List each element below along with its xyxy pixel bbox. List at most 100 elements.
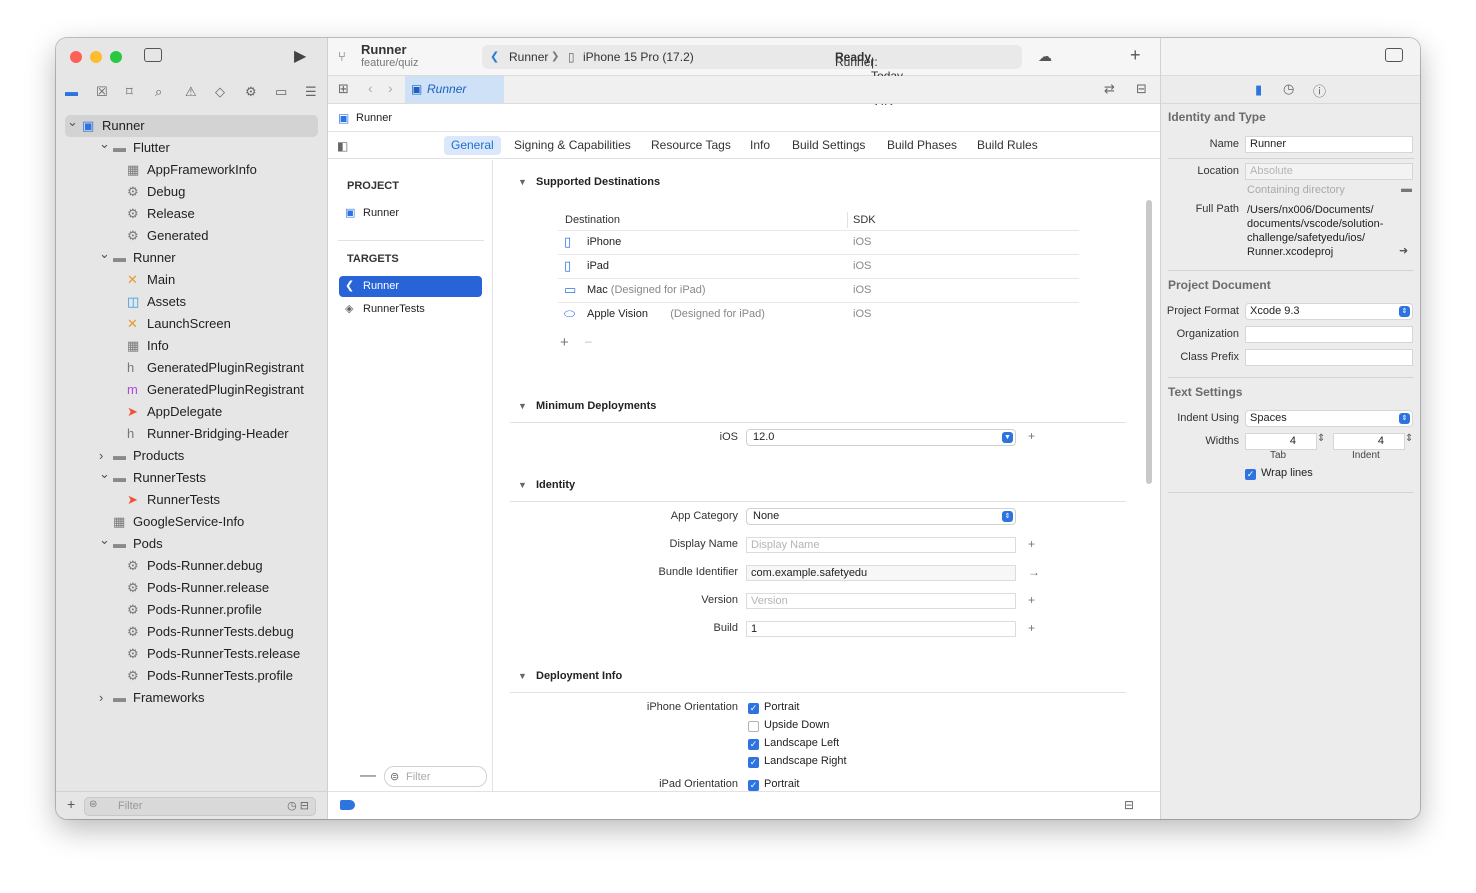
upside-down-checkbox[interactable] bbox=[748, 721, 759, 732]
wrap-lines-checkbox[interactable]: ✓ bbox=[1245, 469, 1256, 480]
tab-signing-capabilities[interactable]: Signing & Capabilities bbox=[507, 136, 638, 155]
destination-row[interactable]: ▯ iPad iOS bbox=[558, 254, 1079, 278]
breadcrumb-item[interactable]: Runner bbox=[356, 112, 392, 124]
project-runner[interactable]: ▣ Runner bbox=[339, 203, 482, 224]
remove-target-icon[interactable]: — bbox=[360, 767, 376, 785]
add-destination-icon[interactable]: + bbox=[560, 334, 569, 351]
chevron-right-icon[interactable]: › bbox=[99, 687, 103, 709]
swap-icon[interactable]: ⇄ bbox=[1104, 81, 1115, 97]
folder-icon[interactable]: ▬ bbox=[1401, 183, 1412, 195]
report-icon[interactable]: ☰ bbox=[305, 84, 317, 100]
forward-icon[interactable]: › bbox=[388, 80, 393, 96]
build-field[interactable]: 1 bbox=[746, 621, 1016, 637]
project-format-popup[interactable]: Xcode 9.3 ⇕ bbox=[1245, 303, 1413, 320]
tab-build-settings[interactable]: Build Settings bbox=[785, 136, 872, 155]
navigator-item[interactable]: › ▬ Frameworks bbox=[56, 687, 328, 709]
portrait-checkbox[interactable]: ✓ bbox=[748, 703, 759, 714]
search-icon[interactable]: ⌕ bbox=[155, 84, 162, 100]
display-name-field[interactable]: Display Name bbox=[746, 537, 1016, 553]
add-icon[interactable]: + bbox=[1028, 593, 1035, 607]
minimize-window-button[interactable] bbox=[90, 51, 102, 63]
navigator-item[interactable]: ⌄ ▬ Runner bbox=[56, 246, 328, 269]
landscape-right-checkbox[interactable]: ✓ bbox=[748, 757, 759, 768]
app-category-popup[interactable]: None ⇕ bbox=[746, 508, 1016, 525]
navigator-item[interactable]: ⚙ Pods-RunnerTests.profile bbox=[56, 665, 328, 687]
scheme-device[interactable]: iPhone 15 Pro (17.2) bbox=[583, 50, 694, 64]
navigator-item[interactable]: ⚙ Release bbox=[56, 203, 328, 225]
navigator-item[interactable]: m GeneratedPluginRegistrant bbox=[56, 379, 328, 401]
close-window-button[interactable] bbox=[70, 51, 82, 63]
reveal-arrow-icon[interactable]: ➜ bbox=[1399, 244, 1408, 257]
navigator-item[interactable]: ⚙ Pods-RunnerTests.debug bbox=[56, 621, 328, 643]
warning-icon[interactable]: ⚠ bbox=[185, 84, 197, 100]
organization-field[interactable] bbox=[1245, 326, 1413, 343]
target-runner-tests[interactable]: ◈ RunnerTests bbox=[339, 299, 482, 320]
debug-area-icon[interactable]: ⊟ bbox=[1124, 798, 1134, 812]
chevron-down-icon[interactable]: ⌄ bbox=[67, 111, 78, 133]
scheme-selector[interactable]: ❮ Runner ❯ ▯ iPhone 15 Pro (17.2) Runner… bbox=[482, 45, 1022, 125]
add-icon[interactable]: + bbox=[1028, 621, 1035, 635]
tab-build-phases[interactable]: Build Phases bbox=[880, 136, 964, 155]
back-icon[interactable]: ‹ bbox=[368, 80, 373, 96]
tab-general[interactable]: General bbox=[444, 136, 501, 155]
targets-filter-field[interactable]: ⊜ Filter bbox=[384, 766, 487, 787]
cloud-icon[interactable]: ☁ bbox=[1038, 48, 1052, 65]
folder-icon[interactable]: ▬ bbox=[65, 84, 78, 99]
remove-destination-icon[interactable]: – bbox=[585, 334, 592, 348]
sidebar-icon[interactable]: ◧ bbox=[337, 139, 348, 153]
navigator-item[interactable]: ⚙ Pods-RunnerTests.release bbox=[56, 643, 328, 665]
navigator-item[interactable]: ⌄ ▬ Pods bbox=[56, 532, 328, 555]
chevron-down-icon[interactable]: ▼ bbox=[518, 401, 527, 411]
chevron-down-icon[interactable]: ▼ bbox=[518, 177, 527, 187]
navigator-item[interactable]: ⌄ ▬ Flutter bbox=[56, 136, 328, 159]
navigator-item[interactable]: ➤ RunnerTests bbox=[56, 489, 328, 511]
navigator-item[interactable]: ⚙ Pods-Runner.release bbox=[56, 577, 328, 599]
navigator-item[interactable]: h GeneratedPluginRegistrant bbox=[56, 357, 328, 379]
grid-icon[interactable]: ⊞ bbox=[338, 81, 349, 97]
navigator-item[interactable]: ✕ Main bbox=[56, 269, 328, 291]
bookmark-icon[interactable]: ⌑ bbox=[126, 84, 133, 100]
navigator-item[interactable]: › ▬ Products bbox=[56, 445, 328, 467]
navigator-item[interactable]: ▦ AppFrameworkInfo bbox=[56, 159, 328, 181]
target-runner[interactable]: ❮ Runner bbox=[339, 276, 482, 297]
branch-name[interactable]: feature/quiz bbox=[361, 57, 418, 69]
add-icon[interactable]: + bbox=[1028, 537, 1035, 551]
history-icon[interactable]: ◷ bbox=[1283, 81, 1294, 97]
navigator-item[interactable]: ✕ LaunchScreen bbox=[56, 313, 328, 335]
navigator-item[interactable]: h Runner-Bridging-Header bbox=[56, 423, 328, 445]
chevron-down-icon[interactable]: ▼ bbox=[518, 480, 527, 490]
navigator-item[interactable]: ⚙ Generated bbox=[56, 225, 328, 247]
add-icon[interactable]: + bbox=[1028, 429, 1035, 443]
arrow-right-icon[interactable]: → bbox=[1028, 565, 1040, 579]
zoom-window-button[interactable] bbox=[110, 51, 122, 63]
breakpoint-toggle-icon[interactable] bbox=[340, 800, 355, 810]
debug-icon[interactable]: ⚙ bbox=[245, 84, 257, 100]
chevron-down-icon[interactable]: ⌄ bbox=[99, 243, 110, 265]
inspector-toggle-icon[interactable] bbox=[1385, 48, 1403, 62]
tab-stepper-icon[interactable]: ⇕ bbox=[1317, 433, 1325, 444]
chevron-down-icon[interactable]: ⌄ bbox=[99, 529, 110, 551]
tab-build-rules[interactable]: Build Rules bbox=[970, 136, 1045, 155]
sidebar-toggle-icon[interactable] bbox=[144, 48, 162, 62]
add-icon[interactable]: + bbox=[67, 796, 75, 812]
destination-row[interactable]: ⬭ Apple Vision (Designed for iPad) iOS bbox=[558, 302, 1079, 326]
breakpoint-icon[interactable]: ▭ bbox=[275, 84, 287, 100]
add-icon[interactable]: + bbox=[1130, 45, 1141, 66]
indent-using-popup[interactable]: Spaces ⇕ bbox=[1245, 410, 1413, 427]
indent-stepper-icon[interactable]: ⇕ bbox=[1405, 433, 1413, 444]
name-field[interactable]: Runner bbox=[1245, 136, 1413, 153]
navigator-item[interactable]: ▦ Info bbox=[56, 335, 328, 357]
run-icon[interactable]: ▶ bbox=[294, 46, 306, 66]
version-field[interactable]: Version bbox=[746, 593, 1016, 609]
landscape-left-checkbox[interactable]: ✓ bbox=[748, 739, 759, 750]
split-editor-icon[interactable]: ⊟ bbox=[1136, 81, 1147, 97]
navigator-item[interactable]: ▦ GoogleService-Info bbox=[56, 511, 328, 533]
source-control-icon[interactable]: ☒ bbox=[96, 84, 108, 100]
bundle-identifier-field[interactable]: com.example.safetyedu bbox=[746, 565, 1016, 581]
scrollbar[interactable] bbox=[1146, 200, 1152, 484]
indent-width-field[interactable]: 4 bbox=[1333, 433, 1405, 450]
navigator-item[interactable]: ◫ Assets bbox=[56, 291, 328, 313]
navigator-item[interactable]: ⚙ Pods-Runner.profile bbox=[56, 599, 328, 621]
help-icon[interactable]: ⓘ bbox=[1313, 81, 1326, 100]
tab-runner[interactable]: ▣ Runner bbox=[405, 76, 504, 103]
